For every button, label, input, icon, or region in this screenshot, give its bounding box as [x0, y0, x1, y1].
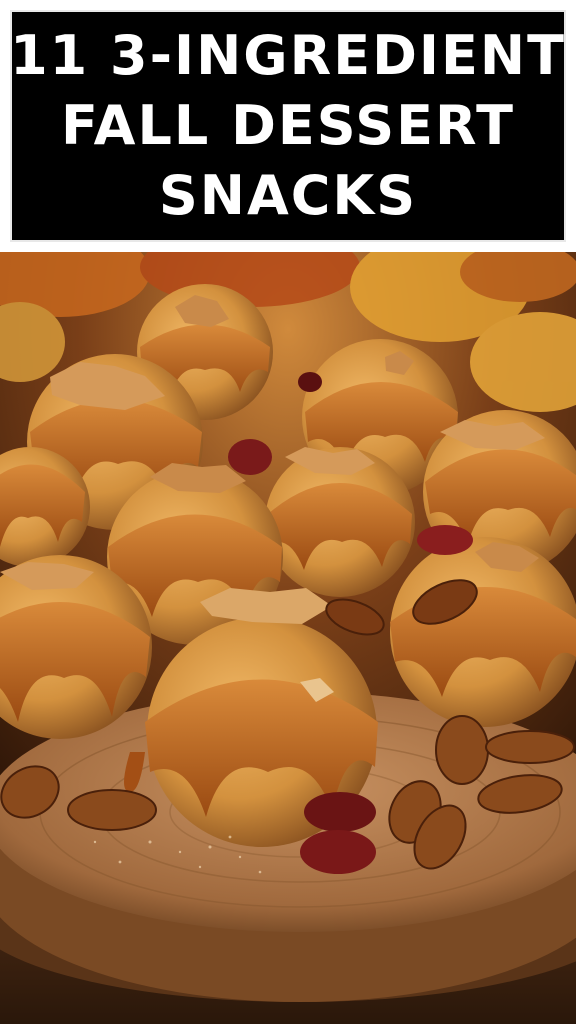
dessert-ball	[390, 537, 576, 727]
title-line-3: SNACKS	[158, 164, 418, 227]
title-box: 11 3-INGREDIENT FALL DESSERT SNACKS	[10, 10, 566, 242]
dessert-ball	[265, 447, 415, 597]
title-banner: 11 3-INGREDIENT FALL DESSERT SNACKS	[0, 0, 576, 252]
dessert-illustration	[0, 252, 576, 1024]
title-line-2: FALL DESSERT	[60, 94, 516, 157]
dessert-photo	[0, 252, 576, 1024]
pin-image: 11 3-INGREDIENT FALL DESSERT SNACKS	[0, 0, 576, 1024]
title-line-1: 11 3-INGREDIENT	[10, 24, 566, 87]
